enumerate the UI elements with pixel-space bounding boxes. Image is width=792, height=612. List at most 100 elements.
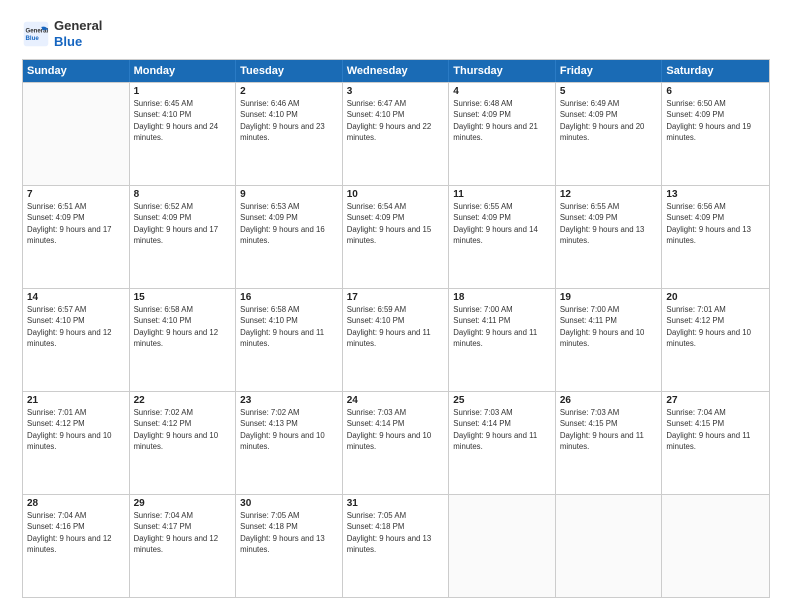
calendar-cell-26: 26Sunrise: 7:03 AMSunset: 4:15 PMDayligh… xyxy=(556,392,663,494)
day-info: Sunrise: 6:56 AMSunset: 4:09 PMDaylight:… xyxy=(666,201,765,246)
calendar-row-4: 28Sunrise: 7:04 AMSunset: 4:16 PMDayligh… xyxy=(23,494,769,597)
calendar-cell-17: 17Sunrise: 6:59 AMSunset: 4:10 PMDayligh… xyxy=(343,289,450,391)
day-info: Sunrise: 6:52 AMSunset: 4:09 PMDaylight:… xyxy=(134,201,232,246)
day-number: 18 xyxy=(453,292,551,303)
day-info: Sunrise: 7:04 AMSunset: 4:16 PMDaylight:… xyxy=(27,510,125,555)
calendar-cell-empty-4-4 xyxy=(449,495,556,597)
calendar-cell-20: 20Sunrise: 7:01 AMSunset: 4:12 PMDayligh… xyxy=(662,289,769,391)
day-info: Sunrise: 6:50 AMSunset: 4:09 PMDaylight:… xyxy=(666,98,765,143)
day-info: Sunrise: 6:59 AMSunset: 4:10 PMDaylight:… xyxy=(347,304,445,349)
day-info: Sunrise: 6:55 AMSunset: 4:09 PMDaylight:… xyxy=(453,201,551,246)
day-info: Sunrise: 6:58 AMSunset: 4:10 PMDaylight:… xyxy=(240,304,338,349)
calendar-cell-14: 14Sunrise: 6:57 AMSunset: 4:10 PMDayligh… xyxy=(23,289,130,391)
day-number: 15 xyxy=(134,292,232,303)
calendar-cell-7: 7Sunrise: 6:51 AMSunset: 4:09 PMDaylight… xyxy=(23,186,130,288)
calendar-cell-28: 28Sunrise: 7:04 AMSunset: 4:16 PMDayligh… xyxy=(23,495,130,597)
day-info: Sunrise: 6:58 AMSunset: 4:10 PMDaylight:… xyxy=(134,304,232,349)
day-number: 30 xyxy=(240,498,338,509)
calendar: SundayMondayTuesdayWednesdayThursdayFrid… xyxy=(22,59,770,598)
calendar-cell-15: 15Sunrise: 6:58 AMSunset: 4:10 PMDayligh… xyxy=(130,289,237,391)
day-info: Sunrise: 6:49 AMSunset: 4:09 PMDaylight:… xyxy=(560,98,658,143)
day-number: 11 xyxy=(453,189,551,200)
calendar-cell-10: 10Sunrise: 6:54 AMSunset: 4:09 PMDayligh… xyxy=(343,186,450,288)
calendar-cell-23: 23Sunrise: 7:02 AMSunset: 4:13 PMDayligh… xyxy=(236,392,343,494)
calendar-cell-22: 22Sunrise: 7:02 AMSunset: 4:12 PMDayligh… xyxy=(130,392,237,494)
calendar-cell-24: 24Sunrise: 7:03 AMSunset: 4:14 PMDayligh… xyxy=(343,392,450,494)
day-info: Sunrise: 7:02 AMSunset: 4:12 PMDaylight:… xyxy=(134,407,232,452)
day-number: 19 xyxy=(560,292,658,303)
day-number: 12 xyxy=(560,189,658,200)
calendar-cell-empty-4-6 xyxy=(662,495,769,597)
day-number: 5 xyxy=(560,86,658,97)
logo-text-general: General xyxy=(54,18,102,34)
day-number: 14 xyxy=(27,292,125,303)
day-number: 27 xyxy=(666,395,765,406)
calendar-body: 1Sunrise: 6:45 AMSunset: 4:10 PMDaylight… xyxy=(23,82,769,597)
day-number: 23 xyxy=(240,395,338,406)
day-info: Sunrise: 6:47 AMSunset: 4:10 PMDaylight:… xyxy=(347,98,445,143)
day-number: 1 xyxy=(134,86,232,97)
day-number: 25 xyxy=(453,395,551,406)
calendar-cell-31: 31Sunrise: 7:05 AMSunset: 4:18 PMDayligh… xyxy=(343,495,450,597)
calendar-cell-11: 11Sunrise: 6:55 AMSunset: 4:09 PMDayligh… xyxy=(449,186,556,288)
day-info: Sunrise: 7:03 AMSunset: 4:14 PMDaylight:… xyxy=(347,407,445,452)
calendar-cell-empty-4-5 xyxy=(556,495,663,597)
day-info: Sunrise: 7:05 AMSunset: 4:18 PMDaylight:… xyxy=(240,510,338,555)
calendar-cell-25: 25Sunrise: 7:03 AMSunset: 4:14 PMDayligh… xyxy=(449,392,556,494)
day-info: Sunrise: 7:04 AMSunset: 4:17 PMDaylight:… xyxy=(134,510,232,555)
calendar-cell-empty-0-0 xyxy=(23,83,130,185)
header-day-tuesday: Tuesday xyxy=(236,60,343,82)
calendar-cell-6: 6Sunrise: 6:50 AMSunset: 4:09 PMDaylight… xyxy=(662,83,769,185)
day-number: 4 xyxy=(453,86,551,97)
logo-text-blue: Blue xyxy=(54,34,102,50)
day-info: Sunrise: 7:04 AMSunset: 4:15 PMDaylight:… xyxy=(666,407,765,452)
day-number: 13 xyxy=(666,189,765,200)
day-number: 21 xyxy=(27,395,125,406)
header-section: General Blue General Blue xyxy=(22,18,770,49)
calendar-cell-2: 2Sunrise: 6:46 AMSunset: 4:10 PMDaylight… xyxy=(236,83,343,185)
logo: General Blue General Blue xyxy=(22,18,102,49)
calendar-cell-29: 29Sunrise: 7:04 AMSunset: 4:17 PMDayligh… xyxy=(130,495,237,597)
page: General Blue General Blue SundayMondayTu… xyxy=(0,0,792,612)
day-number: 16 xyxy=(240,292,338,303)
day-number: 2 xyxy=(240,86,338,97)
day-info: Sunrise: 7:00 AMSunset: 4:11 PMDaylight:… xyxy=(560,304,658,349)
day-number: 31 xyxy=(347,498,445,509)
header-day-thursday: Thursday xyxy=(449,60,556,82)
day-info: Sunrise: 6:53 AMSunset: 4:09 PMDaylight:… xyxy=(240,201,338,246)
calendar-cell-21: 21Sunrise: 7:01 AMSunset: 4:12 PMDayligh… xyxy=(23,392,130,494)
calendar-row-2: 14Sunrise: 6:57 AMSunset: 4:10 PMDayligh… xyxy=(23,288,769,391)
header-day-saturday: Saturday xyxy=(662,60,769,82)
day-number: 7 xyxy=(27,189,125,200)
calendar-cell-30: 30Sunrise: 7:05 AMSunset: 4:18 PMDayligh… xyxy=(236,495,343,597)
day-info: Sunrise: 6:48 AMSunset: 4:09 PMDaylight:… xyxy=(453,98,551,143)
header-day-friday: Friday xyxy=(556,60,663,82)
calendar-cell-4: 4Sunrise: 6:48 AMSunset: 4:09 PMDaylight… xyxy=(449,83,556,185)
calendar-cell-16: 16Sunrise: 6:58 AMSunset: 4:10 PMDayligh… xyxy=(236,289,343,391)
calendar-header: SundayMondayTuesdayWednesdayThursdayFrid… xyxy=(23,60,769,82)
header-day-monday: Monday xyxy=(130,60,237,82)
day-number: 10 xyxy=(347,189,445,200)
day-number: 22 xyxy=(134,395,232,406)
day-info: Sunrise: 7:03 AMSunset: 4:14 PMDaylight:… xyxy=(453,407,551,452)
day-info: Sunrise: 6:51 AMSunset: 4:09 PMDaylight:… xyxy=(27,201,125,246)
day-info: Sunrise: 6:54 AMSunset: 4:09 PMDaylight:… xyxy=(347,201,445,246)
day-info: Sunrise: 6:55 AMSunset: 4:09 PMDaylight:… xyxy=(560,201,658,246)
calendar-row-1: 7Sunrise: 6:51 AMSunset: 4:09 PMDaylight… xyxy=(23,185,769,288)
day-info: Sunrise: 6:46 AMSunset: 4:10 PMDaylight:… xyxy=(240,98,338,143)
day-info: Sunrise: 7:01 AMSunset: 4:12 PMDaylight:… xyxy=(27,407,125,452)
day-number: 20 xyxy=(666,292,765,303)
svg-text:Blue: Blue xyxy=(26,35,40,42)
day-info: Sunrise: 6:45 AMSunset: 4:10 PMDaylight:… xyxy=(134,98,232,143)
calendar-cell-27: 27Sunrise: 7:04 AMSunset: 4:15 PMDayligh… xyxy=(662,392,769,494)
day-info: Sunrise: 7:01 AMSunset: 4:12 PMDaylight:… xyxy=(666,304,765,349)
day-number: 29 xyxy=(134,498,232,509)
calendar-cell-5: 5Sunrise: 6:49 AMSunset: 4:09 PMDaylight… xyxy=(556,83,663,185)
calendar-cell-8: 8Sunrise: 6:52 AMSunset: 4:09 PMDaylight… xyxy=(130,186,237,288)
logo-icon: General Blue xyxy=(22,20,50,48)
day-number: 8 xyxy=(134,189,232,200)
day-info: Sunrise: 7:02 AMSunset: 4:13 PMDaylight:… xyxy=(240,407,338,452)
day-number: 26 xyxy=(560,395,658,406)
day-number: 24 xyxy=(347,395,445,406)
calendar-cell-3: 3Sunrise: 6:47 AMSunset: 4:10 PMDaylight… xyxy=(343,83,450,185)
